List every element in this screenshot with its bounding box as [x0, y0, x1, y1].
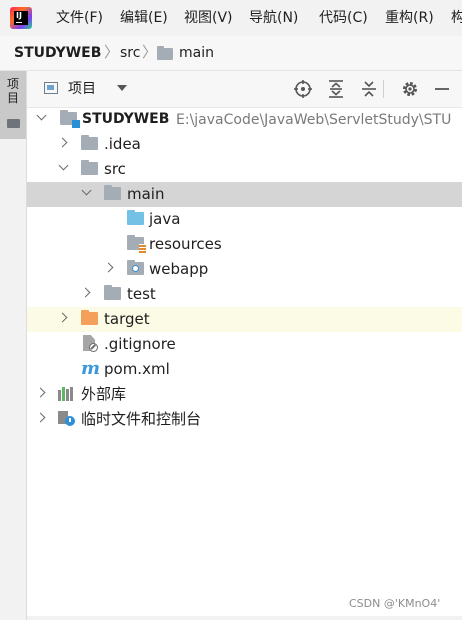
project-tool-tab-label: 项目	[6, 77, 19, 105]
project-tool-tab[interactable]: 项目	[0, 71, 26, 139]
tree-row-target[interactable]: target	[27, 307, 462, 332]
chevron-right-icon[interactable]	[35, 412, 46, 423]
maven-icon: m	[81, 358, 101, 379]
project-view-icon	[44, 82, 58, 94]
tree-row-pom[interactable]: m pom.xml	[27, 357, 462, 382]
folder-icon	[81, 160, 98, 175]
tree-row-gitignore[interactable]: .gitignore	[27, 332, 462, 357]
tree-label: java	[149, 210, 181, 228]
menu-edit[interactable]: 编辑(E)	[120, 9, 168, 27]
locate-icon[interactable]	[293, 79, 313, 99]
tree-row-main[interactable]: main	[27, 182, 462, 207]
intellij-logo-icon[interactable]: IJ	[10, 7, 32, 29]
tree-label: src	[104, 160, 126, 178]
menu-bar: IJ 文件(F) 编辑(E) 视图(V) 导航(N) 代码(C) 重构(R) 构	[0, 0, 462, 36]
tree-label: 临时文件和控制台	[81, 410, 202, 428]
breadcrumb-separator: 〉	[104, 43, 120, 61]
tree-row-src[interactable]: src	[27, 157, 462, 182]
chevron-down-icon[interactable]	[81, 185, 92, 196]
expand-all-icon[interactable]	[326, 79, 346, 99]
breadcrumb-src[interactable]: src	[120, 44, 140, 62]
tree-row-scratches[interactable]: 临时文件和控制台	[27, 407, 462, 432]
libraries-icon	[58, 387, 75, 401]
web-folder-icon	[127, 260, 144, 275]
watermark: CSDN @'KMnO4'	[349, 597, 441, 610]
tree-label: test	[127, 285, 156, 303]
module-folder-icon	[60, 110, 80, 128]
gear-icon[interactable]	[400, 79, 420, 99]
ignored-badge-icon	[89, 343, 98, 352]
menu-file[interactable]: 文件(F)	[56, 9, 103, 27]
tree-label: main	[127, 185, 165, 203]
tree-row-root[interactable]: STUDYWEB E:\javaCode\JavaWeb\ServletStud…	[27, 107, 462, 132]
menu-build[interactable]: 构	[451, 9, 462, 27]
folder-icon	[81, 135, 98, 150]
tree-row-test[interactable]: test	[27, 282, 462, 307]
chevron-down-icon[interactable]	[58, 160, 69, 171]
project-panel-header: 项目	[27, 71, 462, 108]
tree-label: resources	[149, 235, 222, 253]
chevron-right-icon[interactable]	[57, 312, 68, 323]
scratches-icon	[58, 411, 75, 426]
chevron-right-icon[interactable]	[35, 387, 46, 398]
menu-navigate[interactable]: 导航(N)	[249, 9, 298, 27]
folder-icon	[7, 119, 20, 128]
tree-label: 外部库	[81, 385, 127, 403]
breadcrumb-project[interactable]: STUDYWEB	[14, 44, 101, 62]
breadcrumb: STUDYWEB 〉 src 〉 main	[0, 36, 462, 71]
project-tree: STUDYWEB E:\javaCode\JavaWeb\ServletStud…	[27, 107, 462, 617]
collapse-all-icon[interactable]	[359, 79, 379, 99]
chevron-right-icon[interactable]	[80, 287, 91, 298]
project-path: E:\javaCode\JavaWeb\ServletStudy\STU	[176, 112, 452, 128]
tree-row-webapp[interactable]: webapp	[27, 257, 462, 282]
tree-row-java[interactable]: java	[27, 207, 462, 232]
source-folder-icon	[127, 210, 144, 225]
tree-label: webapp	[149, 260, 209, 278]
resources-folder-icon	[127, 235, 146, 253]
left-tool-stripe: 项目	[0, 71, 27, 620]
menu-view[interactable]: 视图(V)	[184, 9, 233, 27]
minimize-icon[interactable]	[432, 79, 452, 99]
menu-refactor[interactable]: 重构(R)	[385, 9, 434, 27]
excluded-folder-icon	[81, 310, 98, 325]
toolbar-divider	[383, 80, 384, 98]
tree-row-external-libraries[interactable]: 外部库	[27, 382, 462, 407]
breadcrumb-separator: 〉	[142, 43, 158, 61]
bottom-scrollbar-track[interactable]	[27, 616, 462, 620]
chevron-down-icon[interactable]	[36, 110, 47, 121]
folder-icon	[104, 185, 121, 200]
tree-row-resources[interactable]: resources	[27, 232, 462, 257]
chevron-right-icon[interactable]	[57, 137, 68, 148]
menu-code[interactable]: 代码(C)	[319, 9, 368, 27]
project-view-selector[interactable]: 项目	[68, 80, 96, 98]
folder-icon	[104, 285, 121, 300]
breadcrumb-main[interactable]: main	[179, 44, 214, 62]
tree-label: .gitignore	[104, 335, 176, 353]
tree-label: STUDYWEB	[82, 111, 170, 127]
tree-label: .idea	[104, 135, 141, 153]
tree-row-idea[interactable]: .idea	[27, 132, 462, 157]
tree-label: target	[104, 310, 150, 328]
chevron-right-icon[interactable]	[103, 262, 114, 273]
folder-icon	[157, 46, 173, 60]
tree-label: pom.xml	[104, 360, 170, 378]
chevron-down-icon[interactable]	[117, 85, 127, 91]
